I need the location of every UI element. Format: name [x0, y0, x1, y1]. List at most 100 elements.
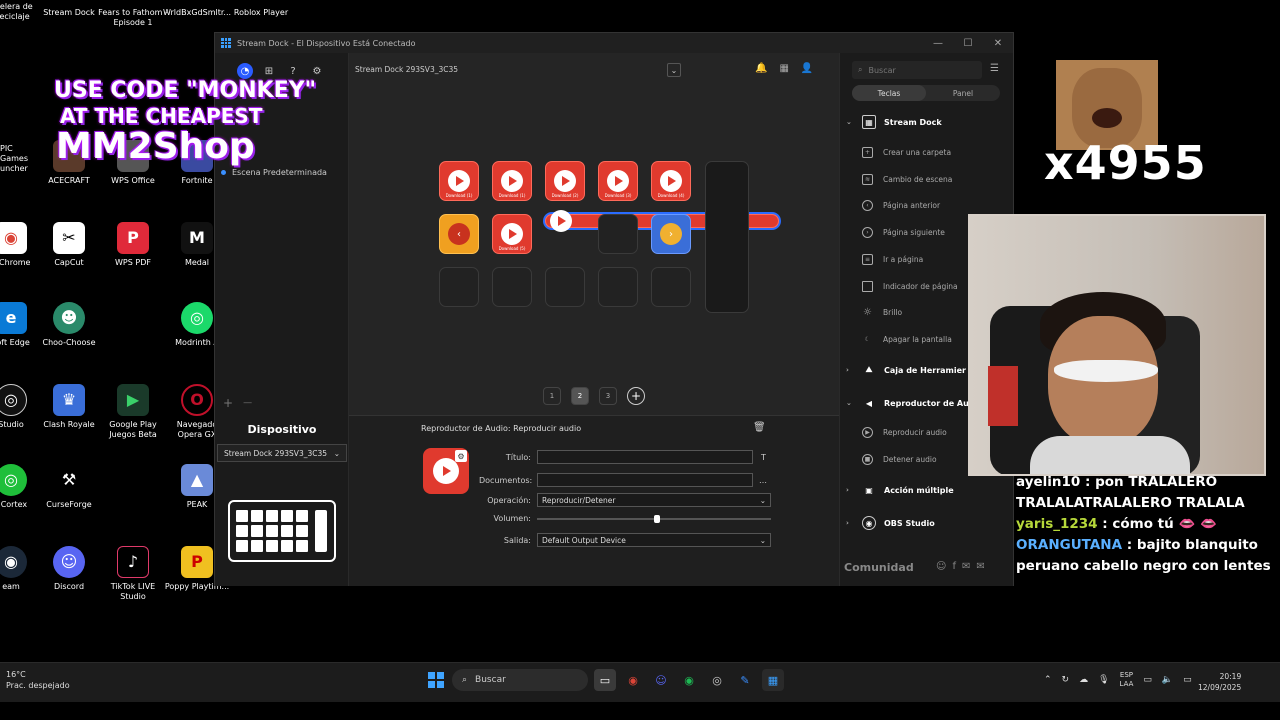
- device-dropdown-button[interactable]: ⌄: [667, 63, 681, 77]
- volume-icon[interactable]: 🔈: [1162, 675, 1173, 685]
- desktop-icon-fears-to-fathom[interactable]: Fears to Fathom - Episode 1: [98, 8, 168, 28]
- discord-icon: ☺: [53, 546, 85, 578]
- operation-select[interactable]: Reproducir/Detener ⌄: [537, 493, 771, 507]
- key-9[interactable]: [598, 214, 638, 254]
- key-14[interactable]: [598, 267, 638, 307]
- page-3[interactable]: 3: [599, 387, 617, 405]
- list-view-icon[interactable]: ☰: [990, 63, 999, 74]
- desktop-icon-capcut[interactable]: ✂ CapCut: [34, 222, 104, 268]
- desktop-icon-wps-pdf[interactable]: P WPS PDF: [98, 222, 168, 268]
- battery-icon[interactable]: ▭: [1183, 675, 1192, 685]
- facebook-icon[interactable]: f: [952, 561, 956, 572]
- key-15[interactable]: [651, 267, 691, 307]
- language-indicator[interactable]: ESP LAA: [1120, 671, 1134, 689]
- add-scene-button[interactable]: +: [223, 396, 233, 410]
- trash-icon[interactable]: 🗑: [753, 422, 766, 433]
- volume-slider[interactable]: [537, 514, 771, 523]
- key-10[interactable]: ›: [651, 214, 691, 254]
- action-stop-audio[interactable]: ■ Detener audio: [862, 454, 937, 465]
- documents-input[interactable]: [537, 473, 753, 487]
- output-select[interactable]: Default Output Device ⌄: [537, 533, 771, 547]
- key-13[interactable]: [545, 267, 585, 307]
- cloud-icon[interactable]: ☁: [1079, 675, 1088, 685]
- properties-header: Reproductor de Audio: Reproducir audio: [421, 424, 582, 433]
- bell-icon[interactable]: 🔔: [755, 63, 767, 74]
- tab-teclas[interactable]: Teclas: [852, 85, 926, 101]
- mic-icon[interactable]: 🎙: [1098, 675, 1109, 685]
- minimize-button[interactable]: —: [923, 38, 953, 49]
- desktop-icon-roblox[interactable]: Roblox Player: [226, 8, 296, 18]
- key-6[interactable]: ‹: [439, 214, 479, 254]
- side-screen-key[interactable]: [705, 161, 749, 313]
- discord-icon[interactable]: ☺: [936, 561, 946, 572]
- network-icon[interactable]: ▭: [1143, 675, 1152, 685]
- desktop-icon-wrldbx[interactable]: WrldBxGdSmltr...: [162, 8, 232, 18]
- mail-icon[interactable]: ✉: [976, 561, 984, 572]
- desktop-icon-tiktok[interactable]: ♪ TikTok LIVE Studio: [98, 546, 168, 602]
- action-play-audio[interactable]: ▶ Reproducir audio: [862, 427, 947, 438]
- action-brightness[interactable]: ☼ Brillo: [862, 307, 902, 318]
- category-obs[interactable]: › ◉ OBS Studio: [846, 516, 935, 530]
- page-2[interactable]: 2: [571, 387, 589, 405]
- key-7[interactable]: Download (5): [492, 214, 532, 254]
- add-page-button[interactable]: +: [627, 387, 645, 405]
- spotify-icon[interactable]: ◉: [678, 669, 700, 691]
- key-1[interactable]: Download (1): [439, 161, 479, 201]
- browse-button[interactable]: …: [759, 476, 767, 485]
- key-3[interactable]: Download (2): [545, 161, 585, 201]
- settings-gear-icon[interactable]: ⚙: [309, 63, 325, 79]
- desktop-icon-clash-royale[interactable]: ♛ Clash Royale: [34, 384, 104, 430]
- obs-icon[interactable]: ◎: [706, 669, 728, 691]
- discord-icon[interactable]: ☺: [650, 669, 672, 691]
- chevron-down-icon: ⌄: [846, 399, 852, 407]
- category-audio-player[interactable]: ⌄ ◀ Reproductor de Au: [846, 396, 969, 410]
- key-12[interactable]: [492, 267, 532, 307]
- start-windows-icon[interactable]: [426, 670, 446, 690]
- taskbar-search[interactable]: ⌕ Buscar: [452, 669, 588, 691]
- action-create-folder[interactable]: + Crear una carpeta: [862, 147, 951, 158]
- desktop-icon-discord[interactable]: ☺ Discord: [34, 546, 104, 592]
- title-input[interactable]: [537, 450, 753, 464]
- key-5[interactable]: Download (4): [651, 161, 691, 201]
- key-2[interactable]: Download (1): [492, 161, 532, 201]
- desktop-icon-stream-dock[interactable]: Stream Dock: [34, 8, 104, 18]
- action-page-indicator[interactable]: Indicador de página: [862, 281, 958, 292]
- chat-icon[interactable]: ✉: [962, 561, 970, 572]
- action-prev-page[interactable]: ‹ Página anterior: [862, 200, 940, 211]
- title-style-button[interactable]: T: [761, 453, 766, 462]
- action-search[interactable]: ⌕ Buscar: [852, 61, 982, 79]
- desktop-icon-google-play[interactable]: ▶ Google Play Juegos Beta: [98, 384, 168, 440]
- tab-panel[interactable]: Panel: [926, 85, 1000, 101]
- task-view-icon[interactable]: ▭: [594, 669, 616, 691]
- user-icon[interactable]: 👤: [801, 63, 813, 74]
- category-toolbox[interactable]: › ⛰ Caja de Herramier: [846, 363, 966, 377]
- desktop-icon-choo-choose[interactable]: ☻ Choo-Choose: [34, 302, 104, 348]
- weather-widget[interactable]: 16°C Prac. despejado: [6, 669, 70, 691]
- peak-icon: ▲: [181, 464, 213, 496]
- category-stream-dock[interactable]: ⌄ ▦ Stream Dock: [846, 115, 942, 129]
- page-1[interactable]: 1: [543, 387, 561, 405]
- volume-slider-knob[interactable]: [654, 514, 660, 523]
- store-icon[interactable]: ▦: [779, 63, 788, 74]
- sync-icon[interactable]: ↻: [1062, 675, 1070, 685]
- key-4[interactable]: Download (3): [598, 161, 638, 201]
- tray-chevron-up-icon[interactable]: ⌃: [1044, 675, 1052, 685]
- gear-icon[interactable]: ⚙: [455, 450, 467, 462]
- chrome-icon[interactable]: ◉: [622, 669, 644, 691]
- action-next-page[interactable]: › Página siguiente: [862, 227, 945, 238]
- device-select[interactable]: Stream Dock 293SV3_3C35 ⌄: [217, 444, 347, 462]
- clock[interactable]: 20:19 12/09/2025: [1198, 671, 1241, 693]
- action-screen-off[interactable]: ☾ Apagar la pantalla: [862, 334, 952, 345]
- app-icon[interactable]: ✎: [734, 669, 756, 691]
- close-button[interactable]: ✕: [983, 38, 1013, 49]
- action-scene-change[interactable]: ≋ Cambio de escena: [862, 174, 952, 185]
- action-go-to-page[interactable]: ≡ Ir a página: [862, 254, 923, 265]
- key-11[interactable]: [439, 267, 479, 307]
- sun-icon: ☼: [863, 307, 872, 318]
- category-multi-action[interactable]: › ▣ Acción múltiple: [846, 483, 954, 497]
- remove-scene-button[interactable]: —: [243, 398, 252, 408]
- action-icon-preview[interactable]: ⚙: [423, 448, 469, 494]
- stream-dock-taskbar-icon[interactable]: ▦: [762, 669, 784, 691]
- maximize-button[interactable]: ☐: [953, 38, 983, 49]
- desktop-icon-curseforge[interactable]: ⚒ CurseForge: [34, 464, 104, 510]
